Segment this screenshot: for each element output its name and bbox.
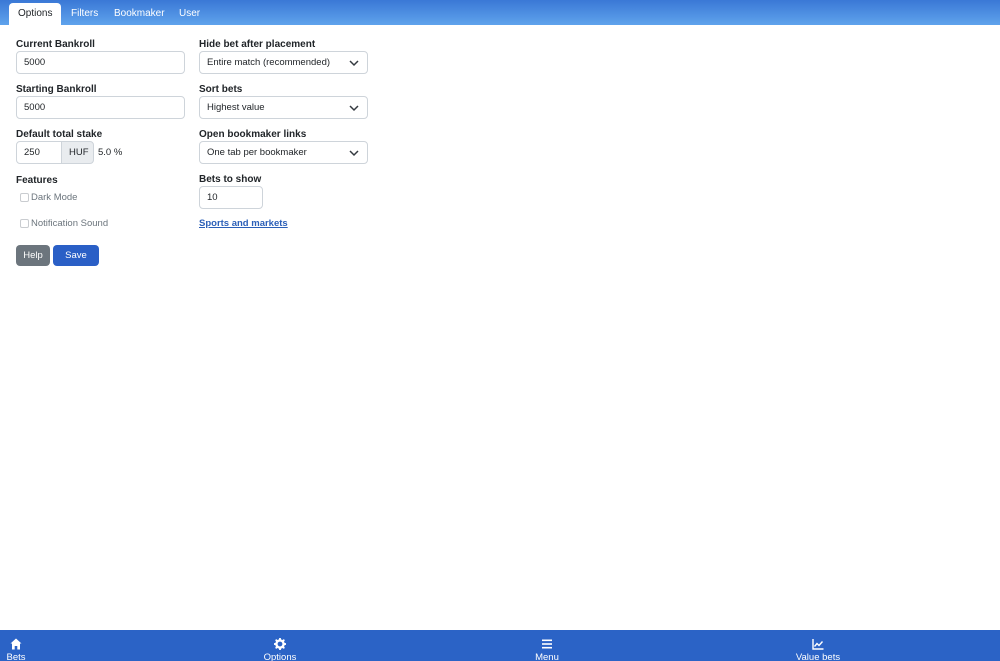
- top-tab-bar: Options Filters Bookmaker User: [0, 0, 1000, 25]
- save-button[interactable]: Save: [53, 245, 99, 266]
- bets-to-show-label: Bets to show: [199, 174, 262, 185]
- nav-value-bets-label: Value bets: [795, 652, 841, 661]
- stake-percent-text: 5.0 %: [98, 147, 123, 158]
- chevron-down-icon: [349, 150, 359, 157]
- nav-menu-label: Menu: [535, 652, 559, 661]
- nav-options-label: Options: [263, 652, 297, 661]
- hamburger-icon: [542, 639, 552, 649]
- stake-currency-addon: HUF: [61, 141, 94, 164]
- current-bankroll-input[interactable]: 5000: [16, 51, 185, 74]
- features-label: Features: [16, 175, 58, 186]
- starting-bankroll-label: Starting Bankroll: [16, 84, 97, 95]
- default-stake-label: Default total stake: [16, 129, 103, 140]
- dark-mode-label[interactable]: Dark Mode: [31, 192, 77, 203]
- bottom-nav-bar: Bets Options Menu Value bets: [0, 630, 1000, 661]
- open-links-label: Open bookmaker links: [199, 129, 307, 140]
- nav-menu[interactable]: Menu: [507, 630, 587, 661]
- tab-filters[interactable]: Filters: [71, 3, 98, 25]
- home-icon: [10, 638, 22, 650]
- dark-mode-checkbox[interactable]: [20, 193, 29, 202]
- tab-user[interactable]: User: [179, 3, 200, 25]
- notification-sound-checkbox[interactable]: [20, 219, 29, 228]
- nav-options[interactable]: Options: [240, 630, 320, 661]
- hide-bet-value: Entire match (recommended): [207, 57, 331, 68]
- help-button[interactable]: Help: [16, 245, 50, 266]
- chevron-down-icon: [349, 60, 359, 67]
- notification-sound-label[interactable]: Notification Sound: [31, 218, 108, 229]
- bets-to-show-input[interactable]: 10: [199, 186, 263, 209]
- gear-icon: [274, 638, 286, 650]
- hide-bet-label: Hide bet after placement: [199, 39, 316, 50]
- sort-bets-select[interactable]: Highest value: [199, 96, 368, 119]
- default-stake-input[interactable]: 250: [16, 141, 62, 164]
- chevron-down-icon: [349, 105, 359, 112]
- nav-bets-label: Bets: [6, 652, 26, 661]
- hide-bet-select[interactable]: Entire match (recommended): [199, 51, 368, 74]
- open-links-value: One tab per bookmaker: [207, 147, 307, 158]
- starting-bankroll-input[interactable]: 5000: [16, 96, 185, 119]
- tab-bookmaker[interactable]: Bookmaker: [114, 3, 165, 25]
- nav-bets[interactable]: Bets: [0, 630, 56, 661]
- current-bankroll-label: Current Bankroll: [16, 39, 95, 50]
- sports-markets-link[interactable]: Sports and markets: [199, 218, 288, 229]
- tab-options[interactable]: Options: [9, 3, 62, 25]
- chart-line-icon: [812, 639, 824, 650]
- sort-bets-label: Sort bets: [199, 84, 243, 95]
- open-links-select[interactable]: One tab per bookmaker: [199, 141, 368, 164]
- nav-value-bets[interactable]: Value bets: [778, 630, 858, 661]
- sort-bets-value: Highest value: [207, 102, 265, 113]
